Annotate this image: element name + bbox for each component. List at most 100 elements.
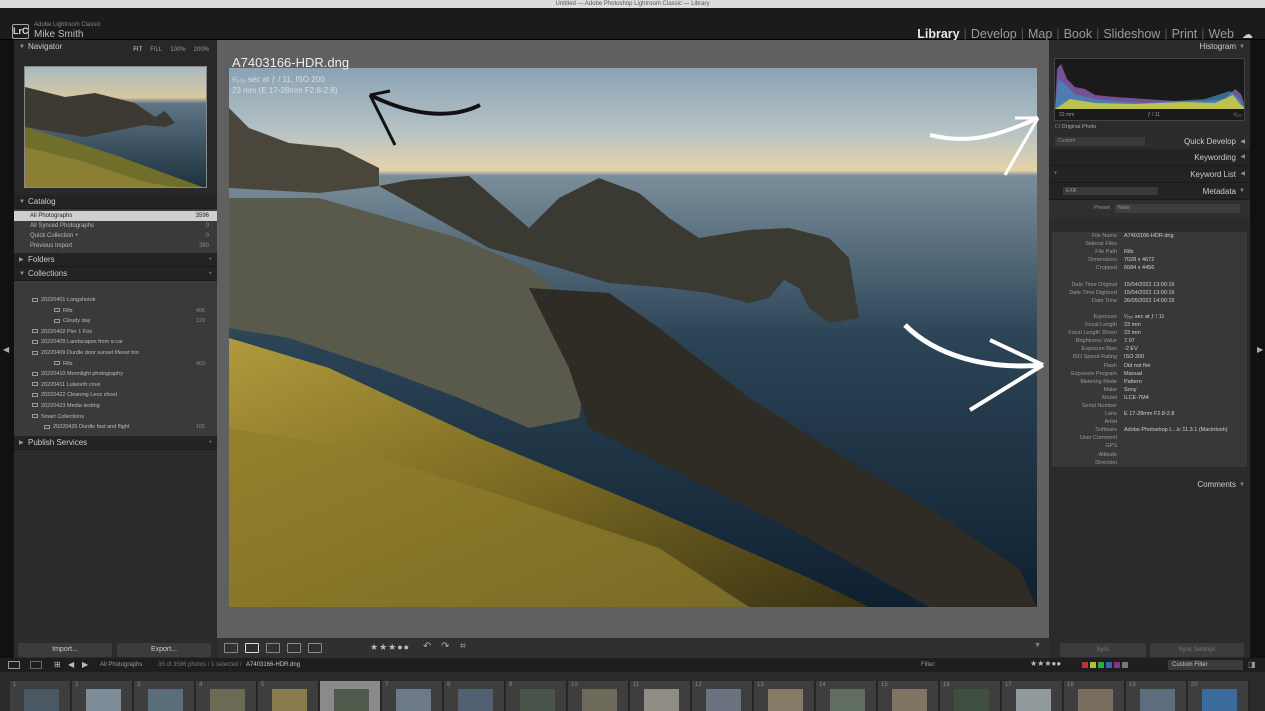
navigator-header[interactable]: ▼ Navigator FIT FILL 100% 200% bbox=[14, 40, 217, 54]
module-book[interactable]: Book bbox=[1060, 27, 1097, 41]
collection-item[interactable]: Rifs 403 bbox=[14, 359, 217, 370]
toolbar-menu-icon[interactable]: ▼ bbox=[1034, 642, 1041, 649]
filmstrip-cell[interactable]: 7 bbox=[382, 681, 443, 711]
collection-item[interactable]: Cloudy day 123 bbox=[14, 316, 217, 327]
publish-services-header[interactable]: ▶ Publish Services + bbox=[14, 436, 217, 450]
add-publish-service-icon[interactable]: + bbox=[208, 436, 212, 450]
blue-label-swatch[interactable] bbox=[1106, 662, 1112, 668]
filmstrip-cell[interactable]: 4 bbox=[196, 681, 257, 711]
zoom-fit[interactable]: FIT bbox=[133, 43, 142, 57]
export-button[interactable]: Export... bbox=[117, 643, 211, 657]
navigator-preview[interactable] bbox=[24, 66, 207, 188]
zoom-200[interactable]: 200% bbox=[194, 43, 209, 57]
filmstrip-cell[interactable]: 17 bbox=[1002, 681, 1063, 711]
filmstrip-cell[interactable]: 8 bbox=[444, 681, 505, 711]
filmstrip-cell[interactable]: 5 bbox=[258, 681, 319, 711]
filmstrip-cell[interactable]: 20 bbox=[1188, 681, 1249, 711]
filmstrip-cell[interactable]: 18 bbox=[1064, 681, 1125, 711]
survey-view-icon[interactable] bbox=[287, 643, 301, 653]
collection-item[interactable]: 20220411 Lulworth cove bbox=[14, 380, 217, 391]
metadata-header[interactable]: EXIF Metadata ▼ bbox=[1049, 183, 1250, 200]
filter-stars[interactable]: ★★★●● bbox=[1030, 657, 1061, 671]
filmstrip-cell[interactable]: 19 bbox=[1126, 681, 1187, 711]
filmstrip-cell[interactable]: 13 bbox=[754, 681, 815, 711]
module-library[interactable]: Library bbox=[913, 27, 963, 41]
catalog-header[interactable]: ▼ Catalog bbox=[14, 195, 217, 209]
collection-item[interactable]: Rifs 406 bbox=[14, 306, 217, 317]
filmstrip-cell[interactable]: 11 bbox=[630, 681, 691, 711]
left-panel-toggle-icon[interactable]: ◀ bbox=[3, 345, 9, 354]
collection-item[interactable]: 20220409 Durdle door sunset lifeout trio bbox=[14, 348, 217, 359]
catalog-item-synced[interactable]: All Synced Photographs 0 bbox=[14, 221, 217, 231]
filmstrip-cell[interactable]: 14 bbox=[816, 681, 877, 711]
collection-item[interactable]: 20220410 Moonlight photography bbox=[14, 369, 217, 380]
collection-item[interactable]: 20220423 Media testing bbox=[14, 401, 217, 412]
green-label-swatch[interactable] bbox=[1098, 662, 1104, 668]
collection-item[interactable]: 20220409 Landscapes from a car bbox=[14, 337, 217, 348]
purple-label-swatch[interactable] bbox=[1114, 662, 1120, 668]
rotate-left-icon[interactable]: ↶ bbox=[423, 641, 431, 652]
metadata-preset-select[interactable]: None bbox=[1115, 204, 1240, 213]
catalog-item-all-photographs[interactable]: All Photographs 3596 bbox=[14, 211, 217, 221]
add-folder-icon[interactable]: + bbox=[208, 253, 212, 267]
back-arrow-icon[interactable]: ◀ bbox=[68, 658, 74, 672]
catalog-item-quick-collection[interactable]: Quick Collection +0 bbox=[14, 231, 217, 241]
filmstrip-cell[interactable]: 6 bbox=[320, 681, 381, 711]
add-collection-icon[interactable]: + bbox=[208, 267, 212, 281]
filmstrip-cell[interactable]: 2 bbox=[72, 681, 133, 711]
module-develop[interactable]: Develop bbox=[967, 27, 1021, 41]
rotate-right-icon[interactable]: ↷ bbox=[441, 641, 449, 652]
selected-filename[interactable]: A7403166-HDR.dng bbox=[246, 658, 300, 672]
zoom-100[interactable]: 100% bbox=[170, 43, 185, 57]
second-window-icon[interactable] bbox=[8, 661, 20, 669]
folders-header[interactable]: ▶ Folders + bbox=[14, 253, 217, 267]
metadata-view-select[interactable]: EXIF bbox=[1063, 187, 1158, 195]
quick-develop-header[interactable]: Custom Quick Develop ◀ bbox=[1049, 135, 1250, 149]
sync-settings-button[interactable]: Sync Settings bbox=[1150, 643, 1244, 657]
sync-metadata-button[interactable]: Sync bbox=[1060, 643, 1146, 657]
cloud-icon[interactable]: ☁ bbox=[1242, 28, 1253, 41]
red-label-swatch[interactable] bbox=[1082, 662, 1088, 668]
histogram-header[interactable]: Histogram ▼ bbox=[1049, 40, 1250, 54]
yellow-label-swatch[interactable] bbox=[1090, 662, 1096, 668]
catalog-item-previous-import[interactable]: Previous Import 380 bbox=[14, 241, 217, 251]
module-print[interactable]: Print bbox=[1168, 27, 1202, 41]
gray-label-swatch[interactable] bbox=[1122, 662, 1128, 668]
module-web[interactable]: Web bbox=[1205, 27, 1238, 41]
collection-item[interactable]: 20220422 Cleaning Lens shoot bbox=[14, 390, 217, 401]
keywording-header[interactable]: Keywording ◀ bbox=[1049, 149, 1250, 166]
loupe-view-icon[interactable] bbox=[245, 643, 259, 653]
filmstrip-cell[interactable]: 3 bbox=[134, 681, 195, 711]
collections-header[interactable]: ▼ Collections + bbox=[14, 267, 217, 281]
star-rating[interactable]: ★★★●● bbox=[370, 642, 410, 653]
color-label-filter[interactable] bbox=[1082, 662, 1128, 668]
collection-item[interactable]: 20220426 Durdle fast and flight 165 bbox=[14, 422, 217, 433]
comments-header[interactable]: Comments ▼ bbox=[1049, 476, 1250, 493]
people-view-icon[interactable] bbox=[308, 643, 322, 653]
crop-overlay-icon[interactable]: ⌗ bbox=[460, 641, 466, 652]
second-display-icon[interactable] bbox=[30, 661, 42, 669]
compare-view-icon[interactable] bbox=[266, 643, 280, 653]
grid-icon[interactable]: ⊞ bbox=[54, 658, 61, 672]
filmstrip-cell[interactable]: 1 bbox=[10, 681, 71, 711]
module-slideshow[interactable]: Slideshow bbox=[1099, 27, 1164, 41]
import-button[interactable]: Import... bbox=[18, 643, 112, 657]
forward-arrow-icon[interactable]: ▶ bbox=[82, 658, 88, 672]
original-photo-checkbox[interactable]: ☐ Original Photo bbox=[1055, 124, 1096, 130]
filmstrip-cell[interactable]: 12 bbox=[692, 681, 753, 711]
filter-lock-icon[interactable]: ◨ bbox=[1248, 658, 1256, 672]
filmstrip-cell[interactable]: 16 bbox=[940, 681, 1001, 711]
custom-filter-select[interactable]: Custom Filter bbox=[1168, 660, 1243, 670]
collection-item[interactable]: 20220401 Longshotok bbox=[14, 295, 217, 306]
zoom-fill[interactable]: FILL bbox=[150, 43, 162, 57]
collection-item[interactable]: Smart Collections bbox=[14, 412, 217, 423]
module-map[interactable]: Map bbox=[1024, 27, 1056, 41]
source-label[interactable]: All Photographs bbox=[100, 658, 142, 672]
add-keyword-icon[interactable]: + bbox=[1054, 166, 1058, 183]
collection-item[interactable]: 20220402 Pier 1 Firs bbox=[14, 327, 217, 338]
saved-preset-select[interactable]: Custom bbox=[1055, 137, 1145, 146]
filmstrip-cell[interactable]: 10 bbox=[568, 681, 629, 711]
keyword-list-header[interactable]: + Keyword List ◀ bbox=[1049, 166, 1250, 183]
right-panel-toggle-icon[interactable]: ▶ bbox=[1257, 345, 1263, 354]
filmstrip-cell[interactable]: 9 bbox=[506, 681, 567, 711]
